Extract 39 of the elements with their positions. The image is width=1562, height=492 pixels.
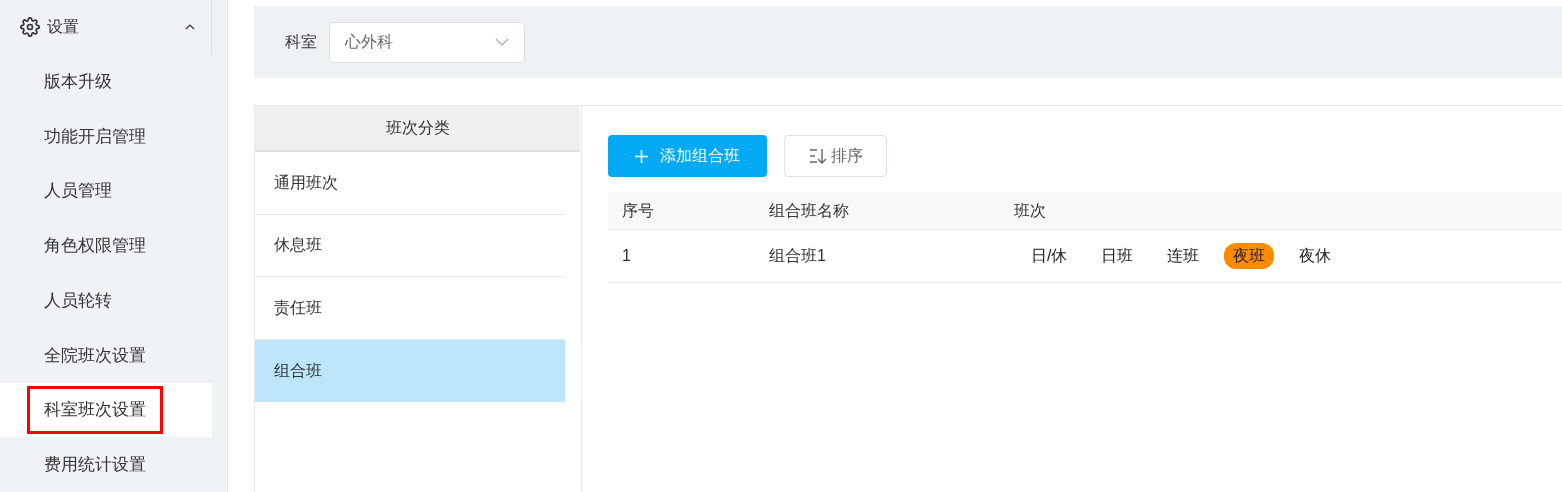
sidebar-section-title[interactable]: 设置 (47, 15, 185, 40)
settings-icon (20, 17, 40, 38)
sidebar-item[interactable]: 人员管理 (0, 163, 212, 219)
sidebar-item-label: 人员轮转 (44, 289, 112, 312)
chevron-down-icon (495, 38, 509, 46)
category-item[interactable]: 组合班 (255, 339, 565, 402)
shift-tag: 夜休 (1290, 243, 1341, 269)
sort-icon (808, 148, 827, 164)
category-item[interactable]: 休息班 (255, 214, 565, 277)
sidebar-item-label: 全院班次设置 (44, 344, 146, 367)
sidebar-item[interactable]: 版本升级 (0, 54, 212, 110)
sort-button[interactable]: 排序 (784, 135, 887, 177)
table-cell-text: 组合班1 (769, 246, 827, 266)
shift-tag: 夜班 (1224, 243, 1275, 269)
sidebar-item-label: 版本升级 (44, 71, 112, 94)
sidebar-item-label: 费用统计设置 (44, 453, 146, 476)
sidebar-item[interactable]: 科室班次设置 (0, 382, 212, 438)
category-item[interactable]: 责任班 (255, 277, 565, 340)
plus-icon (635, 149, 648, 163)
sidebar-item[interactable]: 费用统计设置 (0, 437, 212, 492)
shift-tag: 日/休 (1022, 243, 1077, 269)
sidebar-item[interactable]: 角色权限管理 (0, 218, 212, 274)
department-select[interactable]: 心外科 (329, 21, 525, 63)
column-header: 序号 (621, 200, 655, 221)
sidebar-item[interactable]: 全院班次设置 (0, 327, 212, 383)
sidebar-item[interactable]: 功能开启管理 (0, 109, 212, 164)
category-item[interactable]: 通用班次 (255, 152, 565, 215)
table-cell-text: 1 (621, 246, 632, 266)
sidebar-item[interactable]: 人员轮转 (0, 273, 212, 328)
filter-label: 科室 (285, 32, 317, 52)
sidebar-item-label: 角色权限管理 (44, 235, 146, 258)
shift-tag: 日班 (1092, 243, 1143, 269)
column-header: 组合班名称 (769, 200, 850, 221)
sidebar-item-label: 功能开启管理 (44, 125, 146, 148)
sidebar-item-label: 人员管理 (44, 180, 112, 203)
sidebar-item-label: 科室班次设置 (27, 386, 163, 434)
column-header: 班次 (1014, 200, 1046, 221)
category-header: 班次分类 (255, 106, 580, 152)
shift-tag: 连班 (1158, 243, 1209, 269)
